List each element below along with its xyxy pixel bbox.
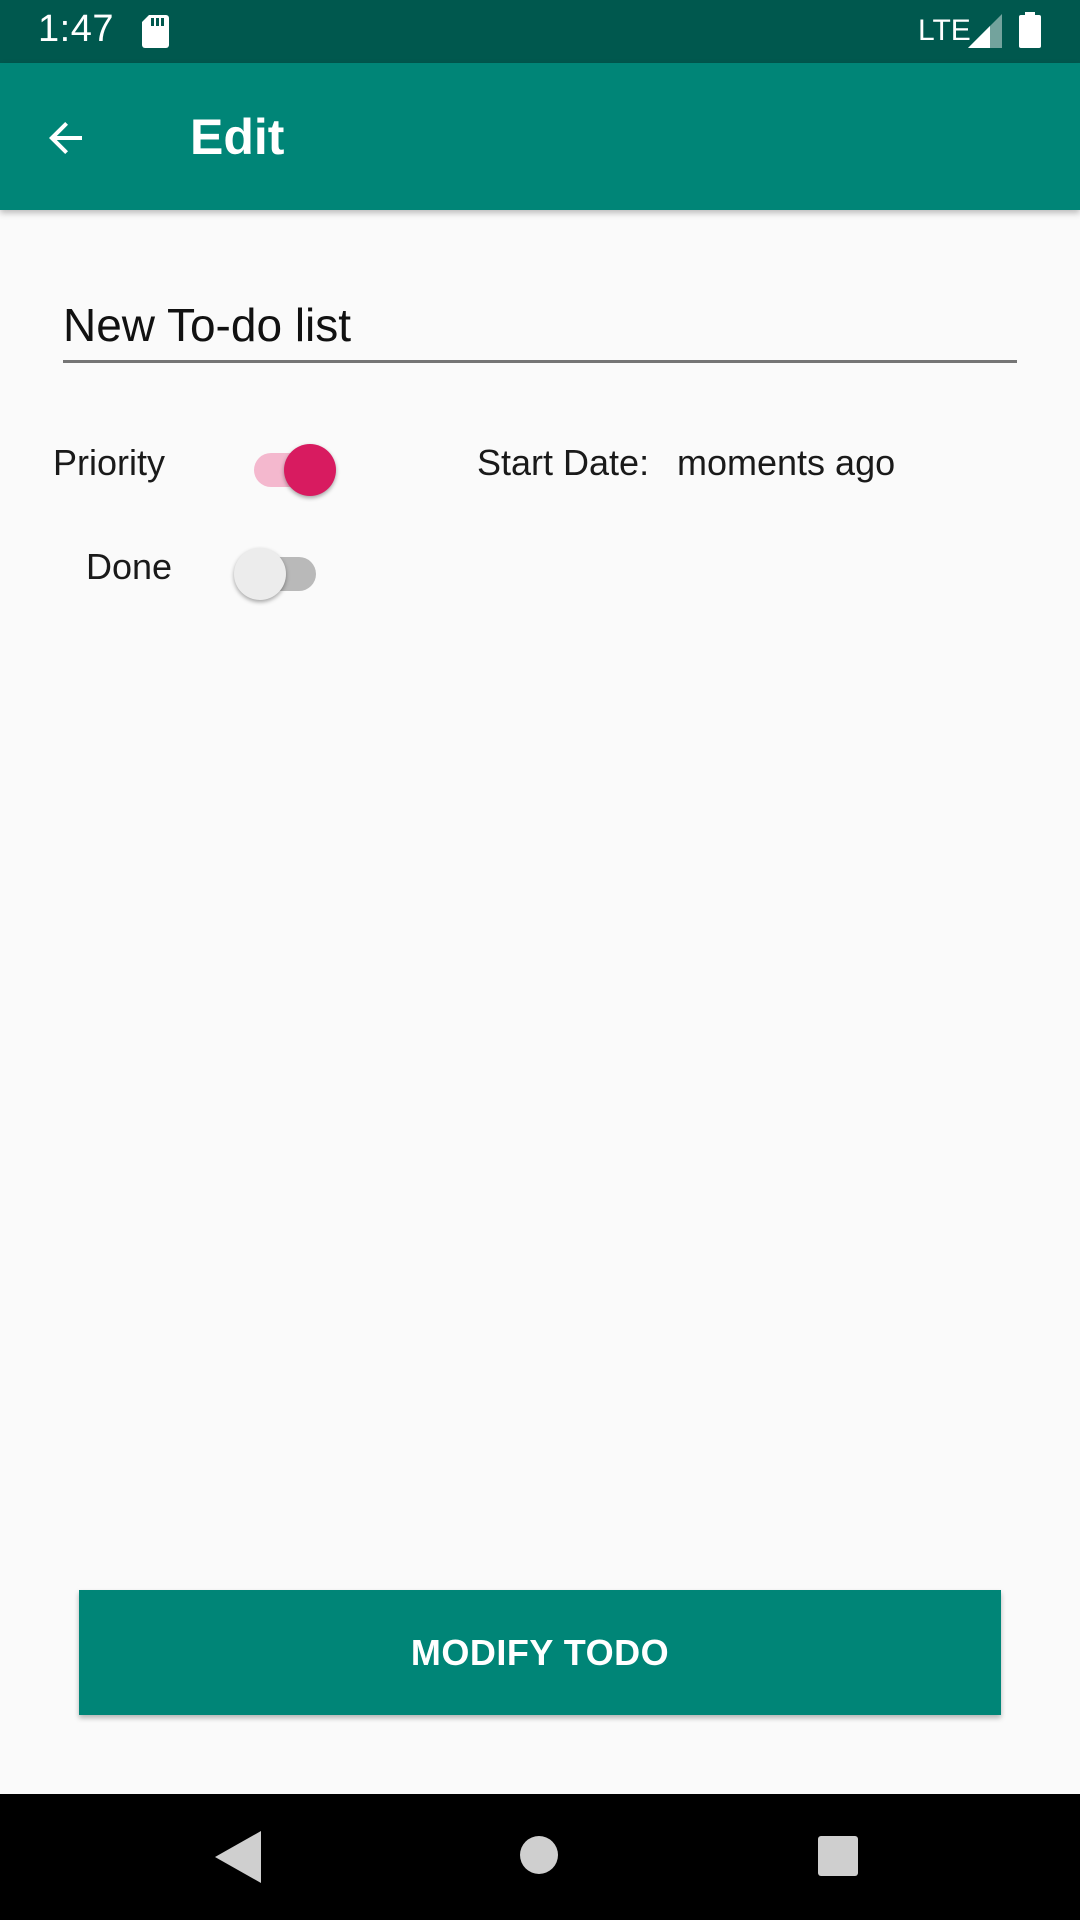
- start-date-value: moments ago: [677, 442, 896, 483]
- priority-switch[interactable]: [248, 436, 338, 496]
- arrow-back-icon: [49, 122, 82, 154]
- start-date-label: Start Date:: [477, 442, 650, 483]
- priority-switch-thumb: [284, 444, 336, 496]
- modify-todo-button[interactable]: MODIFY TODO: [79, 1590, 1001, 1715]
- priority-label: Priority: [53, 442, 166, 483]
- nav-home-icon[interactable]: [519, 1835, 559, 1875]
- navigation-bar: [0, 1794, 1080, 1920]
- todo-title-input[interactable]: [63, 290, 1017, 363]
- page-title: Edit: [190, 109, 285, 165]
- status-bar: 1:47 LTE: [0, 0, 1080, 63]
- nav-recents-icon[interactable]: [818, 1836, 858, 1876]
- app-bar: Edit: [0, 63, 1080, 210]
- nav-back-icon[interactable]: [215, 1831, 261, 1883]
- network-type-label: LTE: [918, 14, 971, 47]
- done-switch-thumb: [234, 548, 286, 600]
- sd-card-icon: [142, 15, 169, 48]
- status-time: 1:47: [38, 8, 114, 50]
- done-switch[interactable]: [232, 540, 322, 600]
- back-button[interactable]: [36, 108, 96, 168]
- signal-icon: [968, 14, 1002, 48]
- battery-icon: [1019, 12, 1041, 48]
- done-label: Done: [86, 546, 173, 587]
